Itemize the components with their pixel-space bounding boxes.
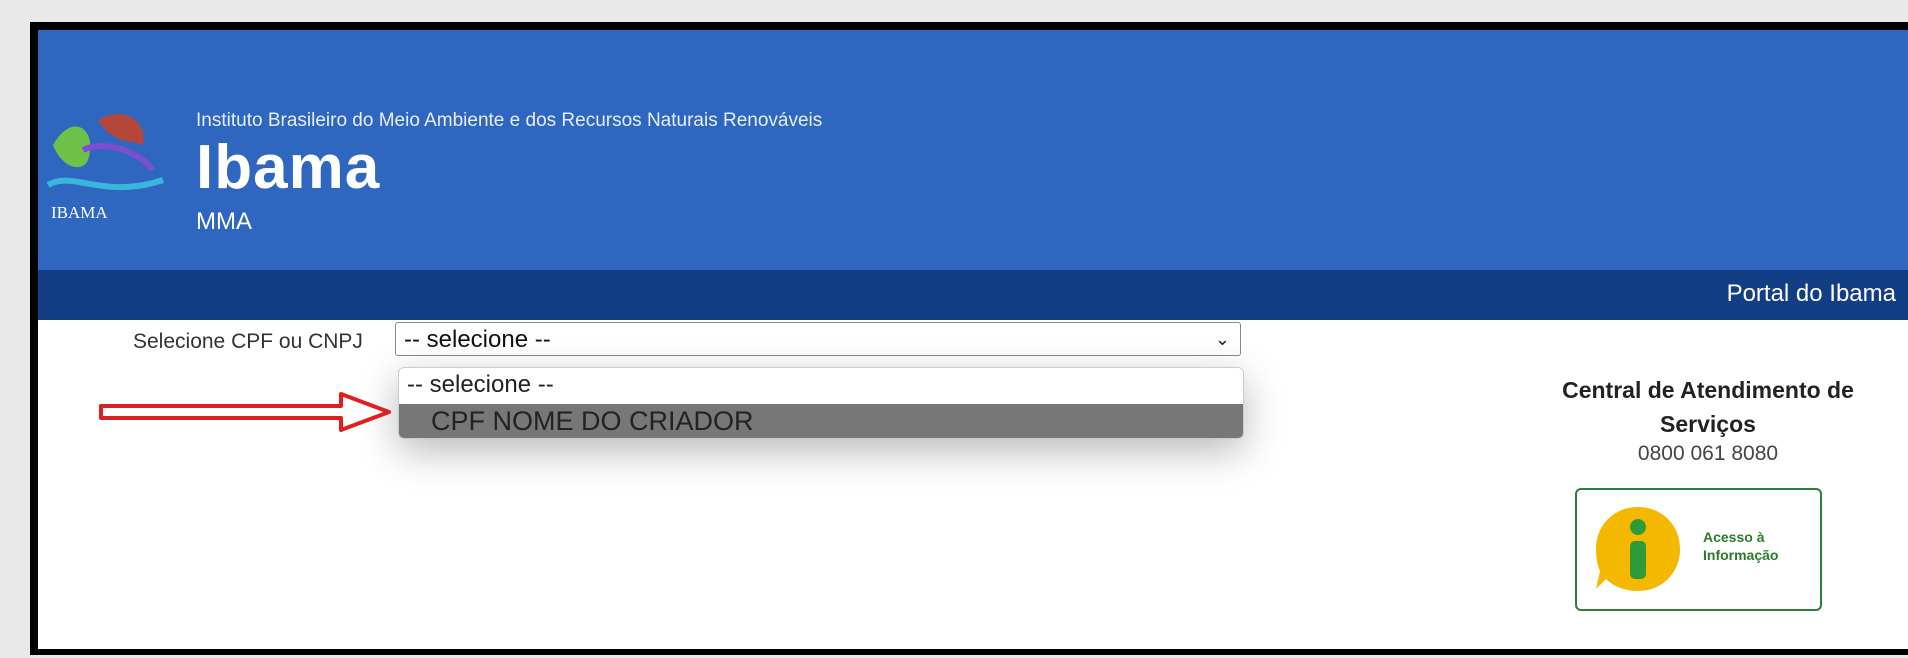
logo-text: IBAMA — [51, 203, 108, 222]
red-arrow-icon — [99, 392, 391, 432]
portal-link[interactable]: Portal do Ibama — [1727, 280, 1896, 308]
select-label: Selecione CPF ou CNPJ — [133, 330, 363, 353]
access-information-button[interactable]: Acesso à Informação — [1575, 488, 1822, 611]
site-header: IBAMA Instituto Brasileiro do Meio Ambie… — [38, 30, 1908, 270]
dropdown-option-cpf-label: CPF NOME DO CRIADOR — [431, 406, 754, 436]
chevron-down-icon: ⌄ — [1214, 329, 1230, 349]
access-information-label: Acesso à Informação — [1703, 529, 1779, 563]
ibama-logo-icon: IBAMA — [46, 114, 164, 222]
dropdown-option-placeholder[interactable]: -- selecione -- — [407, 371, 554, 399]
org-full-name: Instituto Brasileiro do Meio Ambiente e … — [196, 110, 823, 131]
screenshot-frame: IBAMA Instituto Brasileiro do Meio Ambie… — [30, 22, 1908, 655]
dropdown-option-cpf[interactable]: CPF NOME DO CRIADOR — [399, 404, 1243, 438]
select-current-value: -- selecione -- — [404, 326, 551, 353]
org-short-name: Ibama — [196, 133, 381, 202]
org-subtitle: MMA — [196, 208, 252, 235]
service-center-title: Central de Atendimento de Serviços — [1562, 377, 1854, 437]
top-navbar: Portal do Ibama — [38, 270, 1908, 320]
service-center-phone: 0800 061 8080 — [1637, 442, 1779, 465]
page: IBAMA Instituto Brasileiro do Meio Ambie… — [38, 30, 1908, 649]
info-icon — [1596, 507, 1680, 591]
cpf-cnpj-select[interactable]: -- selecione -- ⌄ — [395, 322, 1241, 356]
select-dropdown: -- selecione -- CPF NOME DO CRIADOR — [398, 367, 1244, 439]
